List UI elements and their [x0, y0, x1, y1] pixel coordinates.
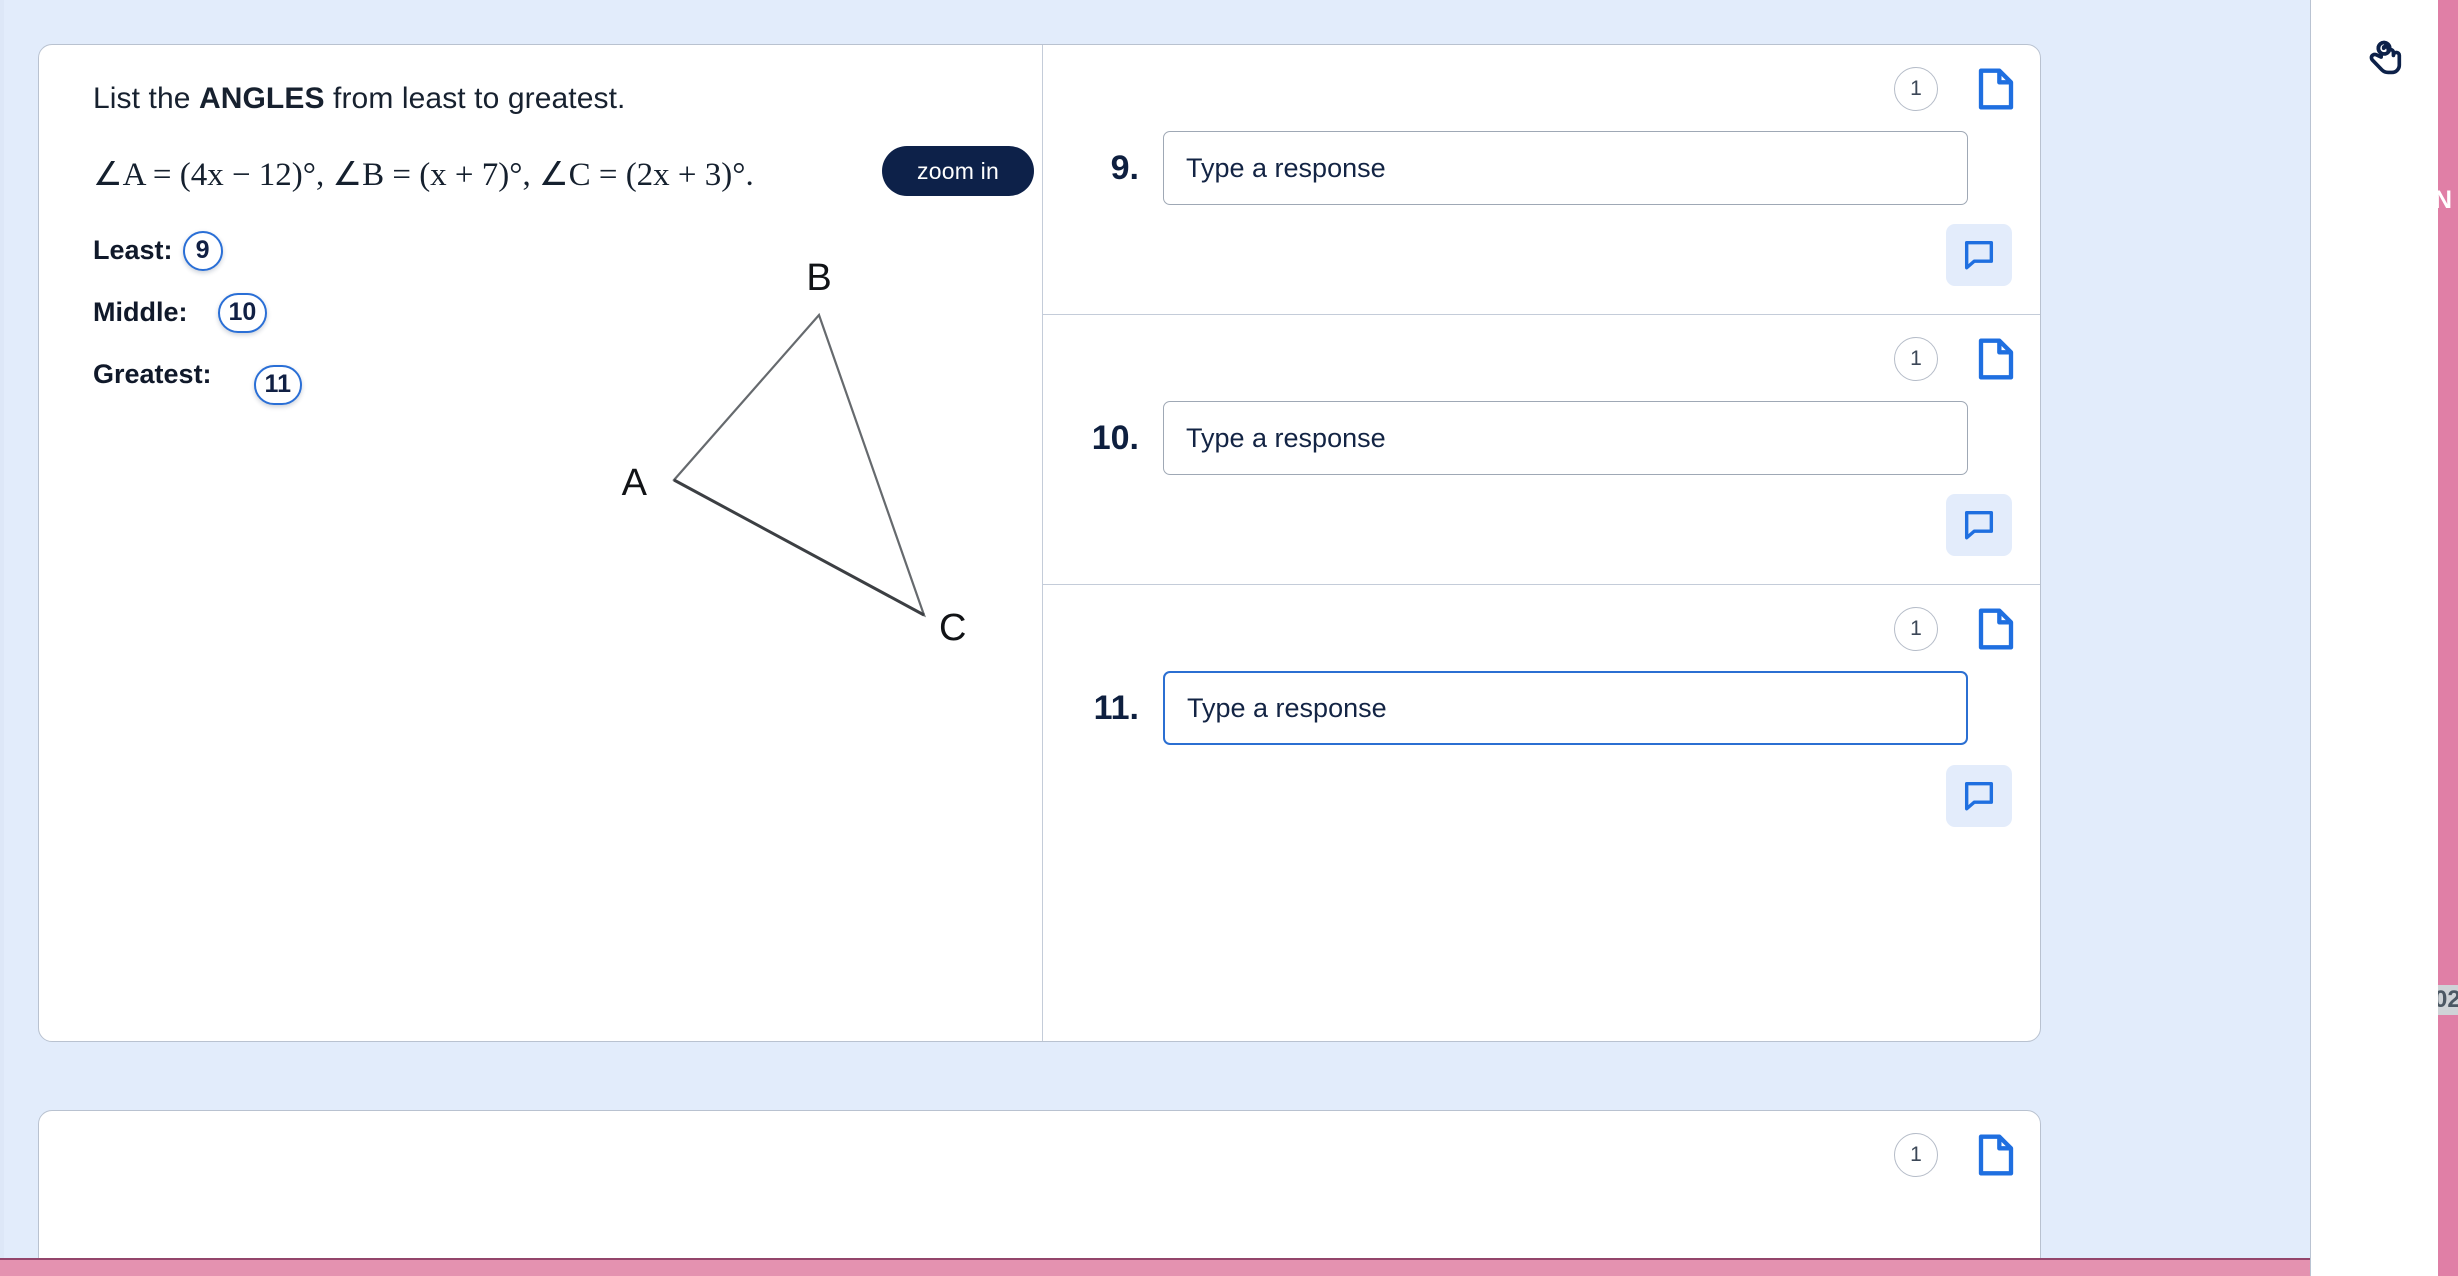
response-row-9: 1 9. — [1043, 45, 2040, 315]
vertex-label-a: A — [622, 462, 648, 504]
points-badge: 1 — [1894, 1133, 1938, 1177]
prompt-instruction: List the ANGLES from least to greatest. — [93, 79, 1012, 120]
vertex-label-b: B — [806, 257, 831, 299]
comment-bubble-icon — [1964, 781, 1994, 811]
answer-slot-greatest-label: Greatest: — [93, 359, 212, 389]
row-10-meta: 1 — [1894, 337, 2016, 381]
prompt-instruction-suffix: from least to greatest. — [324, 82, 626, 115]
question-number: 11. — [1093, 688, 1139, 727]
zoom-in-button[interactable]: zoom in — [882, 146, 1034, 196]
app-root: List the ANGLES from least to greatest. … — [0, 0, 2458, 1276]
points-badge: 1 — [1894, 337, 1938, 381]
row-11-meta: 1 — [1894, 607, 2016, 651]
comment-button-11[interactable] — [1946, 765, 2012, 827]
row-10-body: 10. — [1043, 401, 2040, 475]
comment-bubble-icon — [1964, 510, 1994, 540]
row-9-body: 9. — [1043, 131, 2040, 205]
comment-button-9[interactable] — [1946, 224, 2012, 286]
triangle-figure: A B C — [579, 240, 1019, 670]
question-card-12: 1 12. In △DEF, m∠D=(4x+2)°, m∠E=(6x-30)°… — [38, 1110, 2041, 1276]
question-card-9-11: List the ANGLES from least to greatest. … — [38, 44, 2041, 1042]
attach-file-icon[interactable] — [1976, 67, 2016, 111]
tap-hand-icon[interactable] — [2363, 38, 2407, 86]
response-input-11[interactable] — [1163, 671, 1968, 745]
attach-file-icon[interactable] — [1976, 607, 2016, 651]
row-9-meta: 1 — [1894, 67, 2016, 111]
answer-slot-least-pill[interactable]: 9 — [182, 230, 223, 271]
prompt-instruction-bold: ANGLES — [198, 82, 325, 115]
response-column: 1 9. Type a response 1 10. Type a respon… — [1043, 45, 2040, 1041]
answer-slot-middle-pill[interactable]: 10 — [217, 292, 268, 333]
bottom-progress-bar — [0, 1258, 2310, 1276]
row-12-meta: 1 — [1894, 1133, 2016, 1177]
clipped-label-2: 02 — [2438, 985, 2458, 1015]
prompt-instruction-prefix: List the — [93, 82, 199, 115]
right-rail: N 02 — [2310, 0, 2458, 1276]
response-row-10: 1 10. — [1043, 315, 2040, 585]
pink-side-strip: N 02 — [2438, 0, 2458, 1276]
response-input-10[interactable] — [1163, 401, 1968, 475]
comment-bubble-icon — [1964, 240, 1994, 270]
angle-expressions: ∠A = (4x − 12)°, ∠B = (x + 7)°, ∠C = (2x… — [93, 156, 754, 193]
assignment-scroll-area[interactable]: List the ANGLES from least to greatest. … — [0, 0, 2310, 1276]
points-badge: 1 — [1894, 67, 1938, 111]
triangle-svg: A B C — [622, 257, 967, 649]
left-gutter — [0, 0, 4, 1276]
response-row-11: 1 11. — [1043, 585, 2040, 855]
clipped-label: N — [2438, 186, 2453, 214]
attach-file-icon[interactable] — [1976, 1133, 2016, 1177]
points-badge: 1 — [1894, 607, 1938, 651]
answer-slot-greatest-pill[interactable]: 11 — [253, 364, 302, 405]
answer-slot-least-label: Least: — [93, 235, 173, 265]
vertex-label-c: C — [939, 607, 966, 649]
question-number: 10. — [1091, 418, 1139, 457]
attach-file-icon[interactable] — [1976, 337, 2016, 381]
comment-button-10[interactable] — [1946, 494, 2012, 556]
question-number: 9. — [1110, 148, 1139, 187]
response-input-9[interactable] — [1163, 131, 1968, 205]
prompt-column: List the ANGLES from least to greatest. … — [39, 45, 1042, 1041]
row-11-body: 11. — [1043, 671, 2040, 745]
answer-slot-middle-label: Middle: — [93, 297, 188, 327]
